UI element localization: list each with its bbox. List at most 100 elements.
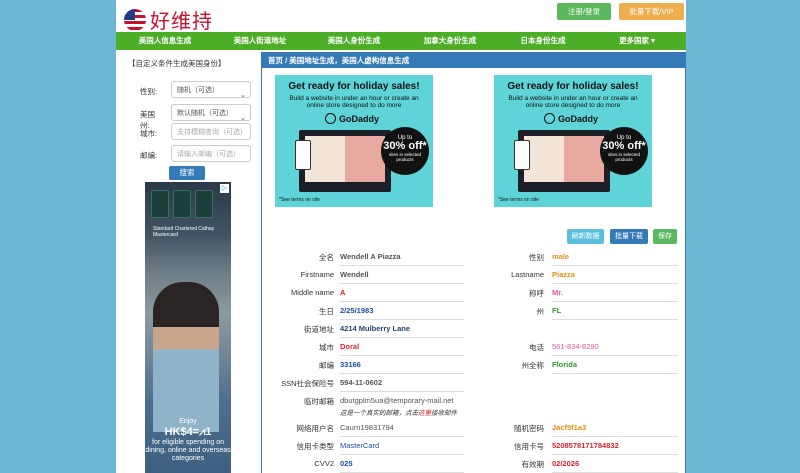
- row-firstname: Firstname Wendell Lastname Piazza: [262, 266, 685, 284]
- breadcrumb: 首页 / 美国地址生成，美国人虚构信息生成: [262, 53, 685, 68]
- field-value: Florida: [552, 360, 678, 374]
- nav-us-address[interactable]: 美国人街道地址: [214, 32, 306, 50]
- row-ssn: SSN社会保险号 594-11-0602: [262, 374, 685, 392]
- logo[interactable]: 好维持: [124, 5, 213, 34]
- row-city: 城市 Doral 电话 561-834-8290: [262, 338, 685, 356]
- row-middlename: Middle name A 称呼 Mr.: [262, 284, 685, 302]
- field-value: 2/25/1983: [340, 306, 464, 320]
- zip-label: 邮编:: [140, 151, 158, 160]
- row-fullname: 全名 Wendell A Piazza 性别 male: [262, 248, 685, 266]
- nav-us-identity[interactable]: 美国人身份生成: [306, 32, 402, 50]
- row-cvv: CVV2 025 有效期 02/2026: [262, 455, 685, 473]
- field-value: 025: [340, 459, 464, 473]
- field-value: 02/2026: [552, 459, 678, 473]
- row-birthday: 生日 2/25/1983 州 FL: [262, 302, 685, 320]
- ad-photo: [153, 282, 219, 432]
- field-label: Middle name: [291, 288, 334, 297]
- logo-text: 好维持: [150, 9, 213, 33]
- field-label: 有效期: [521, 460, 545, 469]
- sidebar: 【自定义条件生成美国身份】 性别: 随机（可选） ⌄ 美国州: 默认随机（可选） ⌄…: [116, 52, 261, 473]
- field-label: 网络用户名: [296, 424, 335, 433]
- gender-select[interactable]: 随机（可选） ⌄: [171, 81, 251, 99]
- field-value: Piazza: [552, 270, 678, 284]
- field-label: 信用卡类型: [296, 442, 335, 451]
- chevron-down-icon: ⌄: [240, 92, 246, 99]
- field-value: Caurn19831794: [340, 423, 464, 437]
- search-button[interactable]: 搜索: [169, 166, 205, 180]
- field-value: Jacf5f1a3: [552, 423, 678, 437]
- field-label: 信用卡号: [514, 442, 544, 451]
- nav-japan-identity[interactable]: 日本身份生成: [498, 32, 588, 50]
- ad-card-label: Standard Chartered Cathay Mastercard: [153, 226, 215, 238]
- field-label: Firstname: [300, 270, 334, 279]
- vip-download-button[interactable]: 批量下载/VIP: [619, 3, 684, 20]
- save-button[interactable]: 保存: [653, 229, 677, 244]
- state-row: 美国州: 默认随机（可选） ⌄: [116, 104, 261, 130]
- ad-badge: Up to 30% off* sites in selected products: [600, 127, 648, 175]
- field-value: FL: [552, 306, 678, 320]
- field-label: 城市: [319, 343, 334, 352]
- temp-email-link[interactable]: 临时邮箱: [272, 396, 334, 407]
- main-panel: 首页 / 美国地址生成，美国人虚构信息生成 Get ready for holi…: [261, 52, 686, 473]
- field-value: Mr.: [552, 288, 678, 302]
- ad-promo-text: Enjoy HK$4=⩘1 for eligible spending on d…: [145, 418, 231, 462]
- ad-phone-image: [295, 140, 311, 170]
- sidebar-title: 【自定义条件生成美国身份】: [128, 59, 226, 68]
- nav-more-countries[interactable]: 更多国家 ▾: [588, 32, 686, 50]
- login-button[interactable]: 注册/登录: [557, 3, 611, 20]
- field-label: 性别: [529, 253, 544, 262]
- city-row: 城市: 支持模糊查询（可选）: [116, 123, 261, 142]
- row-temp-email: 临时邮箱 dbutgplm5ua@temporary-mail.net: [262, 392, 685, 410]
- godaddy-ad-left[interactable]: Get ready for holiday sales! Build a web…: [275, 75, 433, 207]
- main-nav: 美国人信息生成 美国人街道地址 美国人身份生成 加拿大身份生成 日本身份生成 更…: [116, 32, 686, 50]
- field-label: 街道地址: [304, 325, 334, 334]
- row-zip: 邮编 33166 州全称 Florida: [262, 356, 685, 374]
- receive-mail-link[interactable]: 这里: [418, 410, 431, 417]
- nav-canada-identity[interactable]: 加拿大身份生成: [402, 32, 498, 50]
- field-value: 594-11-0602: [340, 378, 464, 392]
- field-label: 称呼: [529, 289, 544, 298]
- row-street: 街道地址 4214 Mulberry Lane: [262, 320, 685, 338]
- ad-phone-image: [514, 140, 530, 170]
- field-value: 5208578171784832: [552, 441, 678, 455]
- field-value: male: [552, 252, 678, 266]
- field-label: SSN社会保险号: [281, 379, 334, 388]
- gender-row: 性别: 随机（可选） ⌄: [116, 81, 261, 100]
- field-label: 州: [536, 307, 545, 316]
- godaddy-ad-right[interactable]: Get ready for holiday sales! Build a web…: [494, 75, 652, 207]
- zip-input[interactable]: 请输入邮编（可选）: [171, 145, 251, 162]
- zip-row: 邮编: 请输入邮编（可选）: [116, 145, 261, 164]
- ad-badge: Up to 30% off* sites in selected products: [381, 127, 429, 175]
- ad-info-icon[interactable]: ▷: [220, 184, 229, 193]
- sidebar-ad[interactable]: ▷ Standard Chartered Cathay Mastercard E…: [145, 182, 231, 473]
- batch-download-button[interactable]: 批量下载: [610, 229, 648, 244]
- field-value: Wendell A Piazza: [340, 252, 464, 266]
- godaddy-logo: GoDaddy: [544, 113, 598, 124]
- ad-laptop-image: [299, 130, 391, 192]
- city-label: 城市:: [140, 129, 158, 138]
- email-note: 这是一个真实的邮箱，点击这里接收邮件: [340, 410, 457, 417]
- field-label: 全名: [319, 253, 334, 262]
- field-value: Doral: [340, 342, 464, 356]
- field-label: 生日: [319, 307, 334, 316]
- field-label: 州全称: [521, 361, 545, 370]
- field-value: 561-834-8290: [552, 342, 678, 356]
- field-label: Lastname: [511, 270, 544, 279]
- city-input[interactable]: 支持模糊查询（可选）: [171, 123, 251, 140]
- nav-us-info[interactable]: 美国人信息生成: [116, 32, 214, 50]
- field-value: MasterCard: [340, 441, 464, 455]
- field-label: CVV2: [314, 459, 334, 468]
- gender-label: 性别:: [140, 87, 158, 96]
- field-value: 33166: [340, 360, 464, 374]
- ad-laptop-image: [518, 130, 610, 192]
- field-label: 随机密码: [514, 424, 544, 433]
- row-card-type: 信用卡类型 MasterCard 信用卡号 5208578171784832: [262, 437, 685, 455]
- ad-cards: [151, 190, 213, 218]
- row-username: 网络用户名 Caurn19831794 随机密码 Jacf5f1a3: [262, 419, 685, 437]
- header: 好维持 注册/登录 批量下载/VIP: [116, 0, 686, 34]
- page-container: 好维持 注册/登录 批量下载/VIP 美国人信息生成 美国人街道地址 美国人身份…: [116, 0, 686, 473]
- refresh-button[interactable]: 刷新数据: [567, 229, 604, 244]
- us-flag-icon: [124, 8, 146, 31]
- state-select[interactable]: 默认随机（可选） ⌄: [171, 104, 251, 122]
- field-value: Wendell: [340, 270, 464, 284]
